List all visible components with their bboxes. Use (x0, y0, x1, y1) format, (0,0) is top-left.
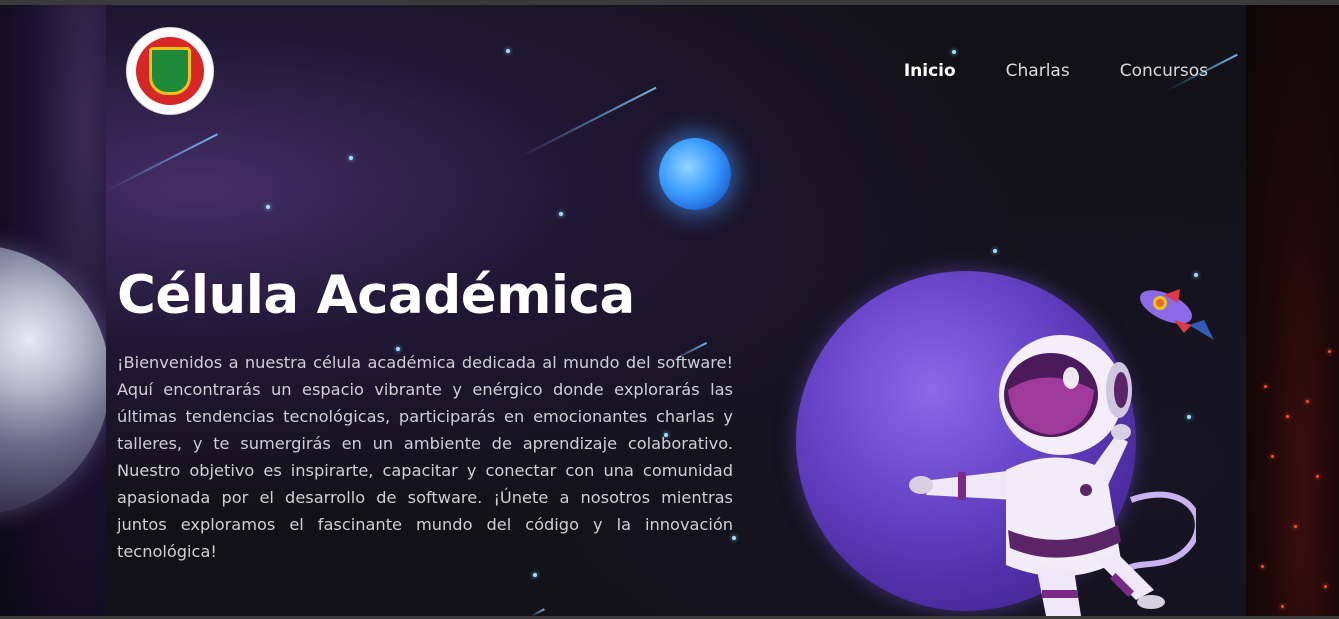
faculty-crest-icon[interactable] (126, 27, 214, 115)
astronaut-icon (909, 335, 1196, 616)
shield-icon (149, 47, 191, 95)
ember-particle (1306, 400, 1309, 403)
main-nav: Inicio Charlas Concursos (904, 61, 1208, 81)
hero-section: Inicio Charlas Concursos Célula Académic… (106, 5, 1246, 616)
hero-description: ¡Bienvenidos a nuestra célula académica … (117, 353, 733, 561)
ember-particle (1286, 415, 1289, 418)
shooting-star (106, 133, 218, 192)
right-background-panel (1246, 5, 1339, 616)
shooting-star (530, 608, 545, 616)
page-title: Célula Académica (117, 265, 635, 326)
nav-link-inicio[interactable]: Inicio (904, 61, 956, 81)
shooting-star (517, 86, 657, 159)
star-dot (506, 49, 510, 53)
star-dot (266, 205, 270, 209)
star-dot (533, 573, 537, 577)
ember-particle (1328, 350, 1331, 353)
ember-particle (1264, 385, 1267, 388)
ember-particle (1281, 605, 1284, 608)
ember-particle (1271, 455, 1274, 458)
star-dot (993, 249, 997, 253)
ember-particle (1261, 565, 1264, 568)
star-dot (349, 156, 353, 160)
earth-planet-icon (0, 245, 106, 515)
star-dot (1194, 273, 1198, 277)
star-dot (952, 50, 956, 54)
blue-planet-icon (659, 138, 731, 210)
ember-particle (1316, 475, 1319, 478)
rocket-icon (1140, 289, 1214, 340)
nav-link-concursos[interactable]: Concursos (1120, 61, 1208, 81)
star-dot (559, 212, 563, 216)
nav-link-charlas[interactable]: Charlas (1006, 61, 1070, 81)
ember-particle (1324, 585, 1327, 588)
ember-particle (1294, 525, 1297, 528)
crest-red-ring (136, 37, 204, 105)
left-background-panel (0, 5, 106, 616)
